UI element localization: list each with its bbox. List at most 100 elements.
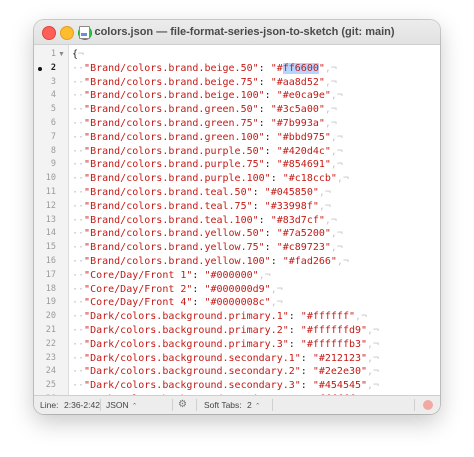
json-key: "Dark/colors.background.primary.2" (84, 325, 289, 336)
chevron-updown-icon: ⌃ (131, 403, 138, 410)
json-key: "Brand/colors.brand.teal.100" (84, 214, 259, 226)
json-value: "#7b993a" (270, 118, 325, 129)
line-number: 21 (45, 325, 56, 335)
line-number: 15 (45, 242, 56, 253)
invisibles-marker: ,¬ (324, 62, 337, 74)
code-line[interactable]: ··"Dark/colors.background.secondary.3": … (72, 379, 379, 393)
json-value: "#0000008c" (204, 297, 271, 309)
json-key: "Brand/colors.brand.purple.50" (84, 145, 265, 157)
json-key: "Core/Day/Front 1" (84, 269, 193, 281)
line-number: 1 (50, 49, 56, 59)
indent-whitespace: ·· (72, 228, 85, 240)
invisibles-marker: ,¬ (270, 283, 283, 295)
json-value: "#045850" (264, 187, 319, 198)
code-line[interactable]: ··"Brand/colors.brand.yellow.50": "#7a52… (72, 227, 343, 241)
code-line[interactable]: ··"Brand/colors.brand.beige.100": "#e0ca… (72, 89, 343, 103)
line-number: 25 (45, 380, 56, 391)
invisibles-marker: ,¬ (367, 380, 380, 392)
invisibles-marker: ,¬ (354, 311, 368, 323)
json-value: "#ff6600" (270, 62, 325, 74)
line-label: Line: (40, 400, 59, 410)
title-bar[interactable]: colors.json — file-format-series-json-to… (34, 20, 440, 45)
macro-record-icon[interactable] (423, 400, 433, 410)
soft-tabs-selector[interactable]: Soft Tabs: 2 ⌃ (204, 396, 261, 414)
code-line[interactable]: ··"Dark/colors.background.secondary.2": … (72, 365, 379, 379)
syntax-selector[interactable]: JSON ⌃ (106, 396, 138, 414)
code-editor[interactable]: {¬ ··"Brand/colors.brand.beige.50": "#ff6… (69, 45, 440, 396)
json-key: "Dark/colors.background.secondary.2" (84, 366, 301, 378)
json-value: "#fad266" (282, 256, 337, 267)
colon: : (192, 283, 205, 295)
code-line[interactable]: ··"Brand/colors.brand.teal.75": "#33998f… (72, 200, 331, 214)
json-key: "Brand/colors.brand.green.100" (84, 131, 265, 143)
code-line[interactable]: ··"Brand/colors.brand.beige.75": "#aa8d5… (72, 76, 337, 90)
code-line[interactable]: ··"Brand/colors.brand.teal.100": "#83d7c… (72, 214, 337, 228)
line-number: 17 (45, 269, 56, 280)
indent-whitespace: ·· (72, 297, 85, 309)
json-key: "Brand/colors.brand.teal.75" (84, 200, 253, 212)
code-line[interactable]: ··"Brand/colors.brand.green.100": "#bbd9… (72, 131, 343, 145)
colon: : (192, 269, 205, 281)
invisibles-marker: ¬ (78, 49, 85, 60)
colon: : (270, 173, 283, 185)
indent-whitespace: ·· (72, 214, 85, 226)
json-key: "Brand/colors.brand.yellow.75" (84, 242, 265, 254)
json-key: "Brand/colors.brand.teal.50" (84, 187, 253, 198)
json-value: "#aa8d52" (270, 76, 325, 88)
code-line[interactable]: ··"Brand/colors.brand.yellow.75": "#c897… (72, 241, 343, 255)
code-line[interactable]: ··"Dark/colors.background.secondary.1": … (72, 352, 379, 366)
code-line[interactable]: ··"Core/Day/Front 4": "#0000008c",¬ (72, 296, 283, 310)
colon: : (258, 104, 271, 116)
code-line[interactable]: {¬ (72, 48, 84, 62)
line-number-gutter[interactable]: 1 ▼ 2 3 4 5 6 7 8 9 10 11 12 13 14 15 16 17 18 19 20 21 22 23 24… (34, 45, 69, 404)
invisibles-marker: ,¬ (330, 242, 343, 254)
line-position[interactable]: 2:36-2:42 (64, 396, 100, 414)
code-line[interactable]: ··"Brand/colors.brand.yellow.100": "#fad… (72, 255, 349, 269)
line-number: 13 (45, 214, 56, 225)
code-line[interactable]: ··"Brand/colors.brand.teal.50": "#045850… (72, 186, 331, 200)
code-line[interactable]: ··"Brand/colors.brand.purple.100": "#c18… (72, 172, 349, 186)
json-value: "#854691" (276, 159, 331, 171)
line-number: 18 (45, 283, 56, 294)
json-value: "#454545" (312, 380, 368, 392)
json-value: "#bbd975" (276, 131, 331, 143)
syntax-label: JSON (106, 400, 129, 410)
code-line[interactable]: ··"Brand/colors.brand.purple.50": "#420d… (72, 145, 343, 159)
line-number: 3 (50, 76, 56, 87)
colon: : (300, 352, 313, 364)
json-value: "#e0ca9e" (276, 90, 331, 102)
soft-tabs-label: Soft Tabs: (204, 400, 242, 410)
code-line[interactable]: ··"Core/Day/Front 1": "#000000",¬ (72, 269, 271, 283)
json-value: "#33998f" (264, 200, 319, 212)
indent-whitespace: ·· (72, 338, 85, 350)
code-line[interactable]: ··"Dark/colors.background.primary.2": "#… (72, 324, 379, 338)
gear-icon[interactable]: ⚙ (178, 400, 188, 410)
indent-whitespace: ·· (72, 104, 85, 116)
code-line[interactable]: ··"Brand/colors.brand.green.50": "#3c5a0… (72, 103, 337, 117)
json-value: "#000000d9" (204, 283, 271, 295)
json-key: "Brand/colors.brand.beige.50" (84, 62, 259, 74)
json-key: "Dark/colors.background.primary.1" (84, 311, 289, 323)
divider (272, 399, 273, 411)
code-line[interactable]: ··"Core/Day/Front 2": "#000000d9",¬ (72, 283, 283, 297)
line-number: 20 (45, 311, 56, 322)
line-number: 14 (45, 228, 56, 239)
code-line[interactable]: ··"Brand/colors.brand.green.75": "#7b993… (72, 117, 337, 131)
json-value: "#c18ccb" (282, 173, 337, 185)
chevron-updown-icon: ⌃ (254, 403, 261, 410)
line-number: 9 (50, 159, 56, 170)
json-key: "Brand/colors.brand.green.75" (84, 118, 259, 129)
code-line[interactable]: ··"Dark/colors.background.primary.1": "#… (72, 310, 367, 324)
line-number: 16 (45, 256, 56, 266)
json-key: "Brand/colors.brand.yellow.50" (84, 228, 265, 240)
code-line[interactable]: ··"Brand/colors.brand.purple.75": "#8546… (72, 158, 343, 172)
colon: : (288, 325, 301, 336)
fold-triangle-icon[interactable]: ▼ (58, 48, 65, 62)
indent-whitespace: ·· (72, 242, 85, 254)
line-number: 24 (45, 366, 56, 377)
invisibles-marker: ,¬ (367, 352, 380, 364)
code-line[interactable]: ··"Brand/colors.brand.beige.50": "#ff660… (72, 62, 337, 76)
text-selection: ff6600 (282, 62, 319, 74)
code-line[interactable]: ··"Dark/colors.background.primary.3": "#… (72, 338, 379, 352)
colon: : (258, 214, 271, 226)
